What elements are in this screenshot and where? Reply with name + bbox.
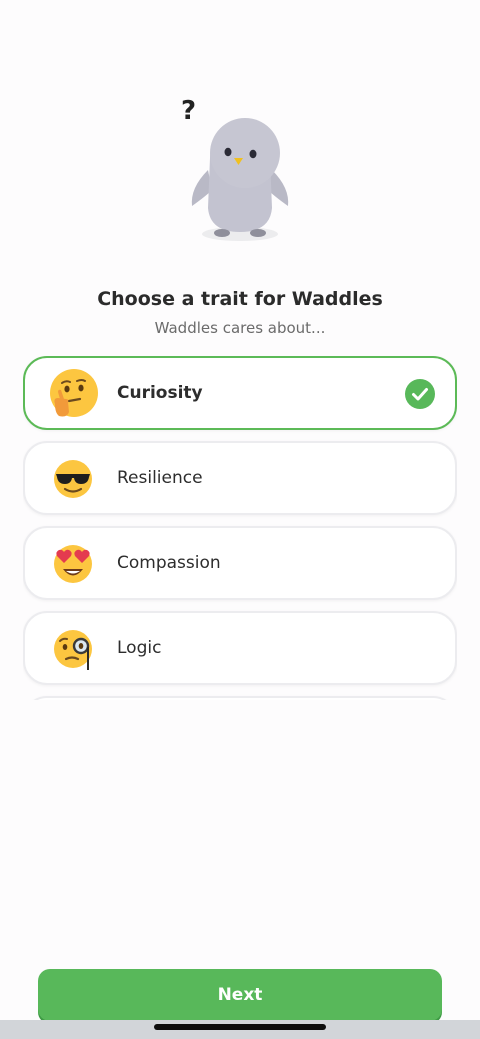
heart-eyes-face-icon bbox=[54, 545, 92, 583]
trait-option-resilience[interactable]: Resilience bbox=[23, 441, 457, 515]
trait-options-list: Curiosity Resilience Compassion Logic bbox=[23, 356, 457, 700]
monocle-face-icon bbox=[54, 630, 92, 670]
checkmark-circle-icon bbox=[405, 379, 435, 409]
trait-option-label: Compassion bbox=[117, 553, 221, 573]
trait-option-label: Logic bbox=[117, 638, 162, 658]
trait-option-label: Curiosity bbox=[117, 383, 203, 403]
trait-option-label: Resilience bbox=[117, 468, 203, 488]
trait-option-curiosity[interactable]: Curiosity bbox=[23, 356, 457, 430]
page-title: Choose a trait for Waddles bbox=[97, 288, 383, 310]
page-subtitle: Waddles cares about... bbox=[154, 319, 326, 337]
trait-option-partial[interactable] bbox=[23, 696, 457, 700]
trait-option-logic[interactable]: Logic bbox=[23, 611, 457, 685]
trait-option-compassion[interactable]: Compassion bbox=[23, 526, 457, 600]
penguin-mascot-icon bbox=[191, 118, 289, 241]
home-indicator[interactable] bbox=[154, 1024, 326, 1030]
sunglasses-face-icon bbox=[54, 460, 92, 498]
next-button[interactable]: Next bbox=[38, 969, 442, 1021]
thinking-face-icon bbox=[50, 369, 98, 417]
trait-selection-screen: ? Choose a trait for Waddles Waddles car… bbox=[0, 0, 480, 1039]
